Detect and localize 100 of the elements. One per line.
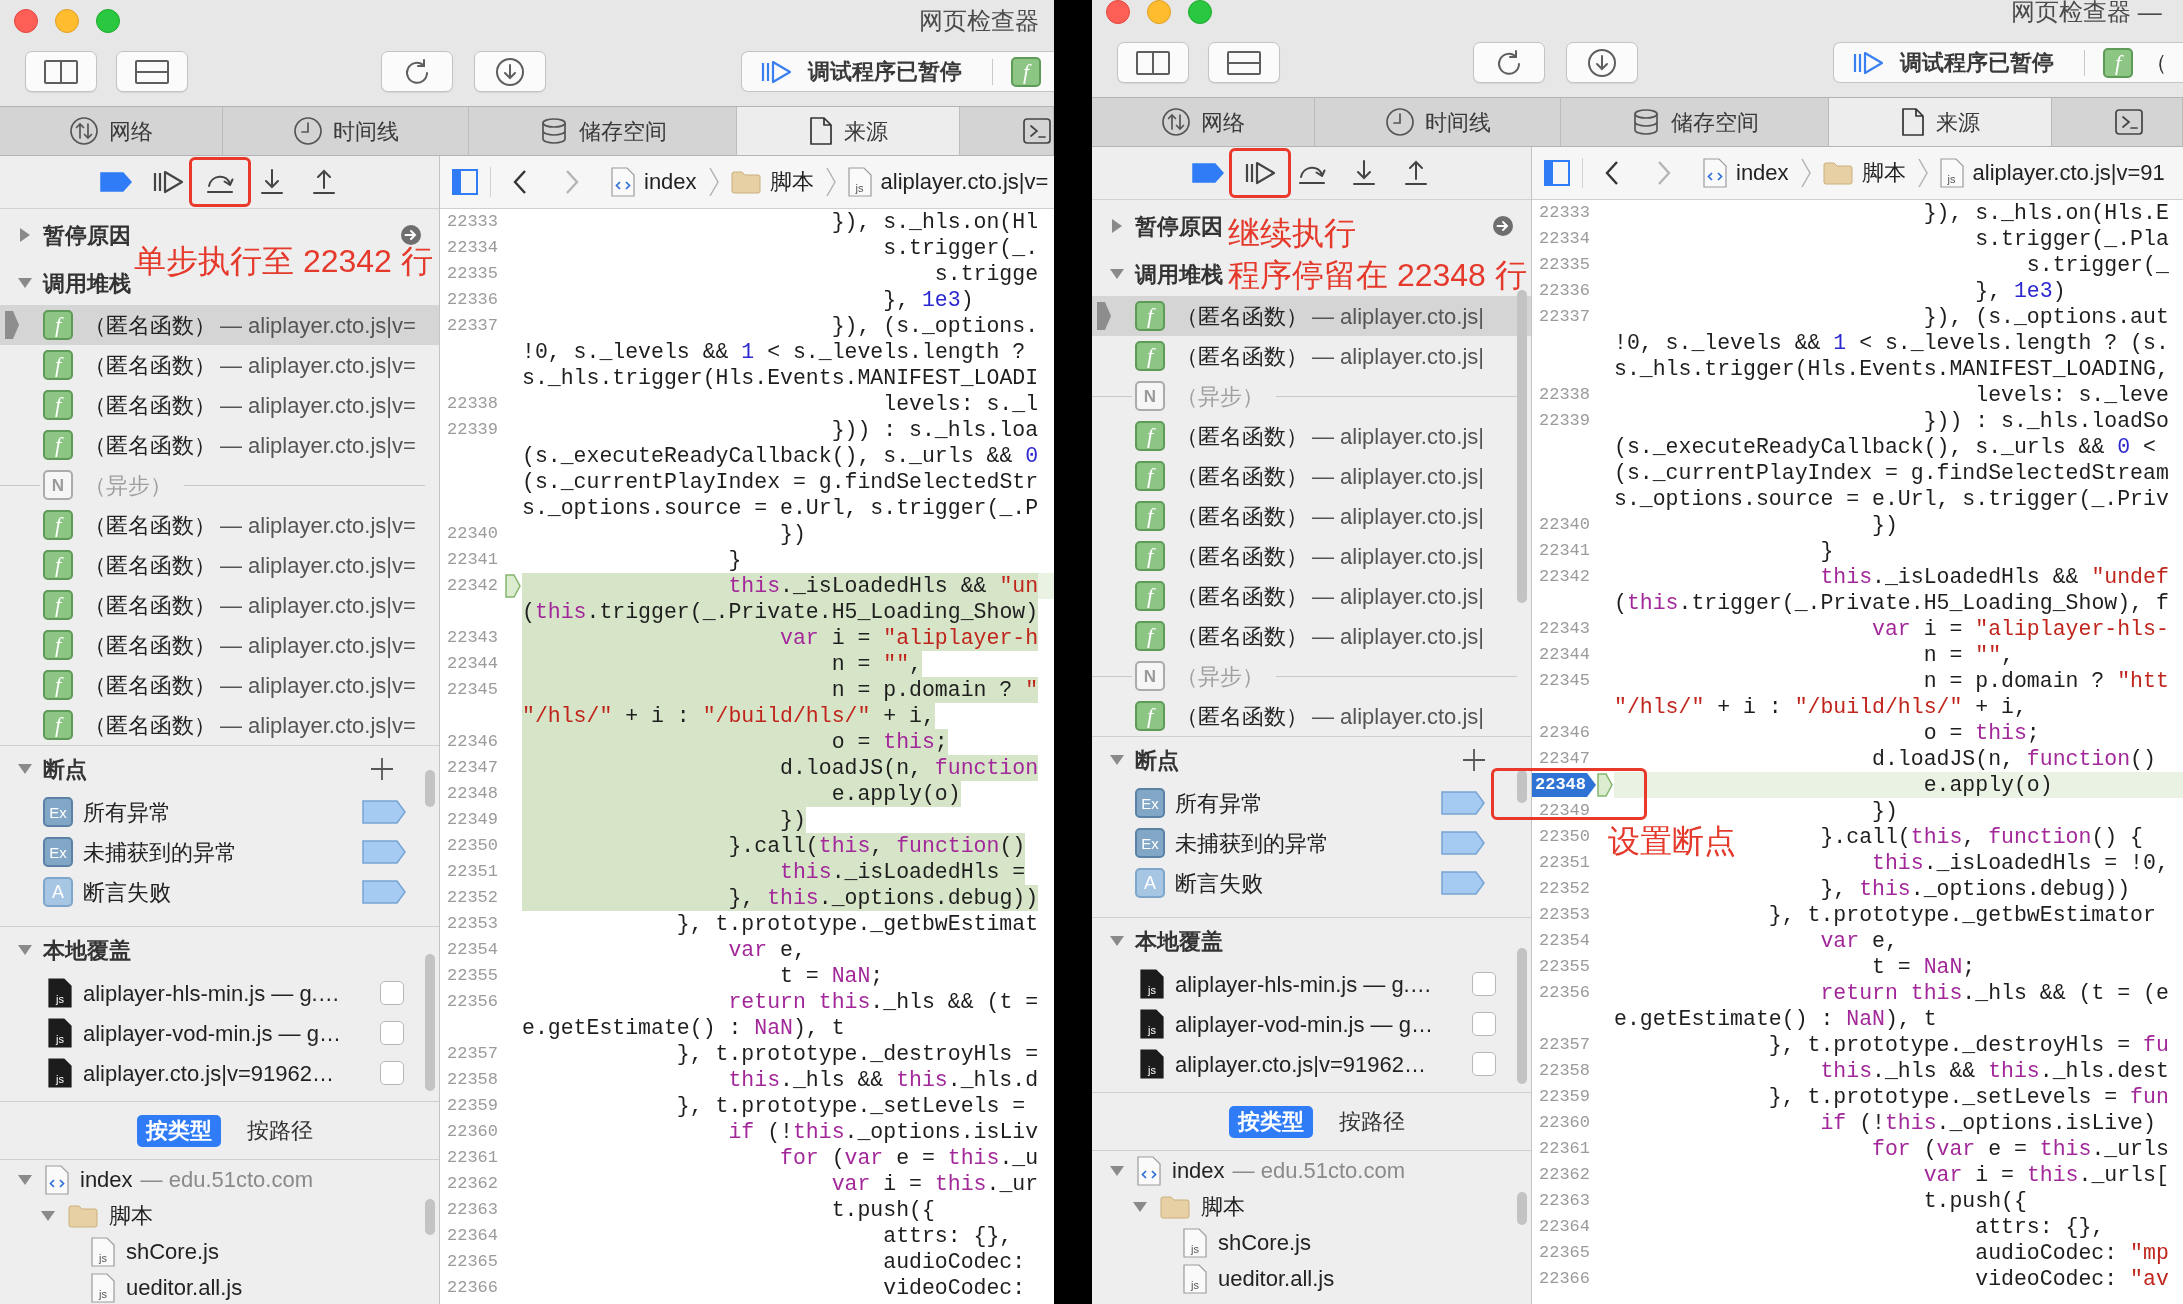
disclosure-triangle-icon[interactable] <box>1132 1201 1148 1213</box>
checkbox[interactable] <box>380 981 404 1005</box>
breakpoint-item[interactable]: Ex 未捕获到的异常 <box>1092 823 1531 863</box>
call-stack-frame[interactable]: f （匿名函数） — aliplayer.cto.js| <box>1092 696 1531 736</box>
override-item[interactable]: js aliplayer-hls-min.js — g.… <box>1092 964 1531 1004</box>
filter-tab[interactable]: 按路径 <box>1330 1105 1414 1138</box>
breakpoint-flag-icon[interactable] <box>1441 871 1485 895</box>
scrollbar-thumb[interactable] <box>1517 770 1527 803</box>
tree-item[interactable]: js ueditor.all.js <box>1092 1261 1531 1297</box>
call-stack-frame[interactable]: f （匿名函数） — aliplayer.cto.js|v= <box>0 625 439 665</box>
call-stack-frame[interactable]: f （匿名函数） — aliplayer.cto.js| <box>1092 296 1531 336</box>
download-button[interactable] <box>474 51 546 92</box>
tree-item[interactable]: index — edu.51cto.com <box>0 1162 439 1198</box>
override-item[interactable]: js aliplayer-vod-min.js — g… <box>1092 1004 1531 1044</box>
breadcrumb-link[interactable]: aliplayer.cto.js|v= <box>880 168 1049 196</box>
override-item[interactable]: js aliplayer-vod-min.js — g… <box>0 1013 439 1053</box>
tree-item[interactable]: index — edu.51cto.com <box>1092 1153 1531 1189</box>
override-item[interactable]: js aliplayer-hls-min.js — g.… <box>0 973 439 1013</box>
disclosure-triangle-icon[interactable] <box>19 227 31 243</box>
disclosure-triangle-icon[interactable] <box>17 1174 33 1186</box>
section-header[interactable]: 调用堆栈 <box>1092 252 1223 296</box>
breakpoint-flag-icon[interactable] <box>1441 791 1485 815</box>
checkbox[interactable] <box>380 1061 404 1085</box>
section-header[interactable]: 调用堆栈 <box>0 261 131 305</box>
checkbox[interactable] <box>380 1021 404 1045</box>
breadcrumb-link[interactable]: 脚本 <box>769 168 814 196</box>
zoom-button[interactable] <box>96 9 120 33</box>
breakpoint-marker[interactable]: 22348 <box>1532 773 1596 797</box>
disclosure-triangle-icon[interactable] <box>1109 935 1125 947</box>
minimize-button[interactable] <box>1147 0 1171 24</box>
disclosure-triangle-icon[interactable] <box>17 944 33 956</box>
breakpoint-flag-icon[interactable] <box>362 840 406 864</box>
arrow-circle-icon[interactable] <box>1492 215 1514 237</box>
breakpoint-item[interactable]: Ex 所有异常 <box>0 792 439 832</box>
minimize-button[interactable] <box>55 9 79 33</box>
tree-item[interactable]: js shCore.js <box>1092 1225 1531 1261</box>
debugger-status-panel[interactable]: 调试程序已暂停 f <box>741 51 1054 92</box>
disclosure-triangle-icon[interactable] <box>17 763 33 775</box>
filter-tab[interactable]: 按类型 <box>1229 1105 1313 1138</box>
disclosure-triangle-icon[interactable] <box>1109 1165 1125 1177</box>
call-stack-frame[interactable]: f （匿名函数） — aliplayer.cto.js| <box>1092 336 1531 376</box>
reload-button[interactable] <box>1473 42 1545 83</box>
call-stack-frame[interactable]: f （匿名函数） — aliplayer.cto.js|v= <box>0 345 439 385</box>
call-stack-frame[interactable]: f （匿名函数） — aliplayer.cto.js|v= <box>0 665 439 705</box>
tree-item[interactable]: js shCore.js <box>0 1234 439 1270</box>
dock-side-button[interactable] <box>1117 42 1189 83</box>
call-stack-frame[interactable]: f （匿名函数） — aliplayer.cto.js|v= <box>0 305 439 345</box>
call-stack-frame[interactable]: f （匿名函数） — aliplayer.cto.js|v= <box>0 385 439 425</box>
scrollbar-thumb[interactable] <box>425 770 435 807</box>
breakpoint-item[interactable]: Ex 所有异常 <box>1092 783 1531 823</box>
tab[interactable]: 来源 <box>1829 98 2052 146</box>
tree-item[interactable]: js ueditor.all.js <box>0 1270 439 1304</box>
scrollbar-thumb[interactable] <box>1517 1192 1527 1225</box>
zoom-button[interactable] <box>1188 0 1212 24</box>
section-header[interactable]: 暂停原因 <box>0 209 131 261</box>
scrollbar-thumb[interactable] <box>1517 290 1527 603</box>
section-header[interactable]: 暂停原因 <box>1092 200 1223 252</box>
scrollbar-thumb[interactable] <box>425 954 435 1091</box>
close-button[interactable] <box>1106 0 1130 24</box>
dock-bottom-button[interactable] <box>1208 42 1280 83</box>
override-item[interactable]: js aliplayer.cto.js|v=91962… <box>1092 1044 1531 1084</box>
breadcrumb-link[interactable]: index <box>644 168 697 196</box>
section-header[interactable]: 断点 <box>1092 737 1179 783</box>
download-button[interactable] <box>1566 42 1638 83</box>
reload-button[interactable] <box>381 51 453 92</box>
disclosure-triangle-icon[interactable] <box>1109 754 1125 766</box>
arrow-circle-icon[interactable] <box>400 224 422 246</box>
section-header[interactable]: 本地覆盖 <box>1092 918 1223 964</box>
debugger-status-panel[interactable]: 调试程序已暂停 f （ <box>1833 42 2183 83</box>
disclosure-triangle-icon[interactable] <box>1109 268 1125 280</box>
breakpoint-flag-icon[interactable] <box>1441 831 1485 855</box>
section-header[interactable]: 断点 <box>0 746 87 792</box>
call-stack-frame[interactable]: f （匿名函数） — aliplayer.cto.js|v= <box>0 505 439 545</box>
close-button[interactable] <box>14 9 38 33</box>
breakpoint-flag-icon[interactable] <box>362 800 406 824</box>
dock-side-button[interactable] <box>25 51 97 92</box>
filter-tab[interactable]: 按路径 <box>238 1114 322 1147</box>
tree-item[interactable]: 脚本 <box>1092 1189 1531 1225</box>
call-stack-frame[interactable]: f （匿名函数） — aliplayer.cto.js| <box>1092 616 1531 656</box>
scrollbar-thumb[interactable] <box>1517 948 1527 1084</box>
checkbox[interactable] <box>1472 1012 1496 1036</box>
call-stack-frame[interactable]: f （匿名函数） — aliplayer.cto.js| <box>1092 416 1531 456</box>
breadcrumb-link[interactable]: index <box>1736 159 1789 187</box>
disclosure-triangle-icon[interactable] <box>40 1210 56 1222</box>
call-stack-frame[interactable]: f （匿名函数） — aliplayer.cto.js| <box>1092 536 1531 576</box>
call-stack-frame[interactable]: f （匿名函数） — aliplayer.cto.js|v= <box>0 545 439 585</box>
breadcrumb-link[interactable]: 脚本 <box>1861 159 1906 187</box>
checkbox[interactable] <box>1472 1052 1496 1076</box>
breadcrumb-link[interactable]: aliplayer.cto.js|v=91 <box>1972 159 2165 187</box>
dock-bottom-button[interactable] <box>116 51 188 92</box>
call-stack-frame[interactable]: f （匿名函数） — aliplayer.cto.js| <box>1092 496 1531 536</box>
breakpoint-item[interactable]: A 断言失败 <box>1092 863 1531 903</box>
checkbox[interactable] <box>1472 972 1496 996</box>
override-item[interactable]: js aliplayer.cto.js|v=91962… <box>0 1053 439 1093</box>
disclosure-triangle-icon[interactable] <box>17 277 33 289</box>
scrollbar-thumb[interactable] <box>425 1199 435 1235</box>
section-header[interactable]: 本地覆盖 <box>0 927 131 973</box>
breakpoint-flag-icon[interactable] <box>362 880 406 904</box>
call-stack-frame[interactable]: f （匿名函数） — aliplayer.cto.js| <box>1092 576 1531 616</box>
call-stack-frame[interactable]: f （匿名函数） — aliplayer.cto.js|v= <box>0 425 439 465</box>
